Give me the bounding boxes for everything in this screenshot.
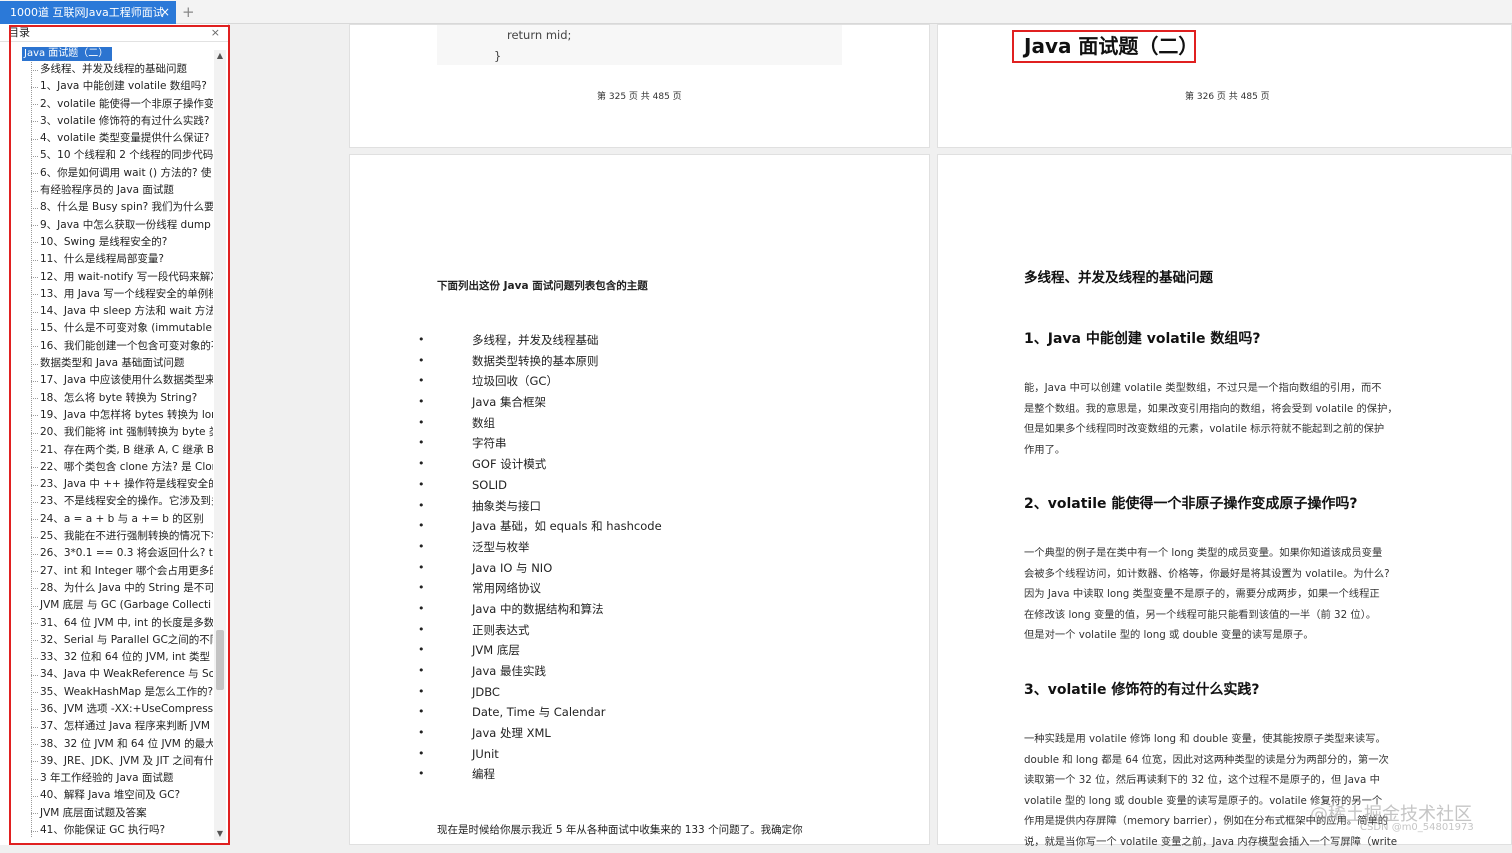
topic-item: 多线程，并发及线程基础 [418, 330, 662, 351]
new-tab-icon[interactable]: + [182, 2, 195, 22]
topic-item: Java IO 与 NIO [418, 558, 662, 579]
section-heading: 多线程、并发及线程的基础问题 [1024, 270, 1213, 286]
tab-bar: 1000道 互联网Java工程师面试 × + [0, 0, 1512, 24]
code-line: } [494, 49, 502, 63]
paragraph-line: 会被多个线程访问，如计数器、价格等，你最好是将其设置为 volatile。为什么… [1024, 567, 1390, 580]
question-heading: 3、volatile 修饰符的有过什么实践? [1024, 682, 1260, 698]
close-tab-icon[interactable]: × [160, 1, 170, 24]
paragraph-line: 一种实践是用 volatile 修饰 long 和 double 变量，使其能按… [1024, 733, 1386, 745]
topic-item: 垃圾回收（GC） [418, 371, 662, 392]
page-number: 第 326 页 共 485 页 [1185, 92, 1270, 102]
topic-item: 数组 [418, 413, 662, 434]
topic-item: 抽象类与接口 [418, 496, 662, 517]
topic-item: 泛型与枚举 [418, 537, 662, 558]
watermark-secondary: CSDN @m0_54801973 [1360, 822, 1474, 833]
topic-item: 数据类型转换的基本原则 [418, 351, 662, 372]
document-tab[interactable]: 1000道 互联网Java工程师面试 × [0, 1, 176, 24]
topic-item: GOF 设计模式 [418, 454, 662, 475]
paragraph-line: 因为 Java 中读取 long 类型变量不是原子的，需要分成两步，如果一个线程… [1024, 588, 1380, 601]
topic-item: Java 最佳实践 [418, 661, 662, 682]
paragraph-line: 但是如果多个线程同时改变数组的元素，volatile 标示符就不能起到之前的保护 [1024, 423, 1385, 436]
topic-item: 常用网络协议 [418, 578, 662, 599]
code-line: return mid; [507, 28, 572, 42]
paragraph-line: 能，Java 中可以创建 volatile 类型数组，不过只是一个指向数组的引用… [1024, 382, 1382, 394]
topic-item: 字符串 [418, 433, 662, 454]
topic-item: Java 基础，如 equals 和 hashcode [418, 516, 662, 537]
topic-item: 正则表达式 [418, 620, 662, 641]
paragraph-line: 但是对一个 volatile 型的 long 或 double 变量的读写是原子… [1024, 629, 1314, 642]
paragraph-line: 作用了。 [1024, 443, 1066, 456]
topic-item: JUnit [418, 744, 662, 765]
topic-item: Date, Time 与 Calendar [418, 702, 662, 723]
topic-item: JVM 底层 [418, 640, 662, 661]
highlight-box [9, 25, 230, 845]
topic-item: 编程 [418, 764, 662, 785]
topic-item: Java 处理 XML [418, 723, 662, 744]
page-number: 第 325 页 共 485 页 [597, 92, 682, 102]
paragraph-line: 在修改该 long 变量的值，另一个线程可能只能看到该值的一半（前 32 位）。 [1024, 608, 1377, 621]
topic-item: Java 中的数据结构和算法 [418, 599, 662, 620]
topic-item: JDBC [418, 682, 662, 703]
answer-paragraph: 能，Java 中可以创建 volatile 类型数组，不过只是一个指向数组的引用… [1024, 378, 1434, 460]
paragraph-text: 现在是时候给你展示我近 5 年从各种面试中收集来的 133 个问题了。我确定你 [437, 824, 803, 836]
paragraph-line: 读取第一个 32 位，然后再读剩下的 32 位，这个过程不是原子的，但 Java… [1024, 774, 1380, 787]
topic-item: SOLID [418, 475, 662, 496]
paragraph-line: 说，就是当你写一个 volatile 变量之前，Java 内存模型会插入一个写屏… [1024, 835, 1398, 848]
paragraph-line: 一个典型的例子是在类中有一个 long 类型的成员变量。如果你知道该成员变量 [1024, 547, 1383, 559]
question-heading: 2、volatile 能使得一个非原子操作变成原子操作吗? [1024, 496, 1358, 512]
topics-intro: 下面列出这份 Java 面试问题列表包含的主题 [437, 280, 648, 292]
answer-paragraph: 一个典型的例子是在类中有一个 long 类型的成员变量。如果你知道该成员变量 会被… [1024, 543, 1434, 646]
topic-item: Java 集合框架 [418, 392, 662, 413]
document-tab-title: 1000道 互联网Java工程师面试 [10, 6, 164, 19]
topic-list: 多线程，并发及线程基础数据类型转换的基本原则垃圾回收（GC）Java 集合框架数… [418, 330, 662, 785]
paragraph-line: double 和 long 都是 64 位宽，因此对这两种类型的读是分为两部分的… [1024, 753, 1389, 766]
answer-paragraph: 一种实践是用 volatile 修饰 long 和 double 变量，使其能按… [1024, 729, 1434, 853]
paragraph-line: 是整个数组。我的意思是，如果改变引用指向的数组，将会受到 volatile 的保… [1024, 402, 1398, 415]
question-heading: 1、Java 中能创建 volatile 数组吗? [1024, 331, 1261, 347]
chapter-title: Java 面试题（二） [1012, 30, 1198, 63]
